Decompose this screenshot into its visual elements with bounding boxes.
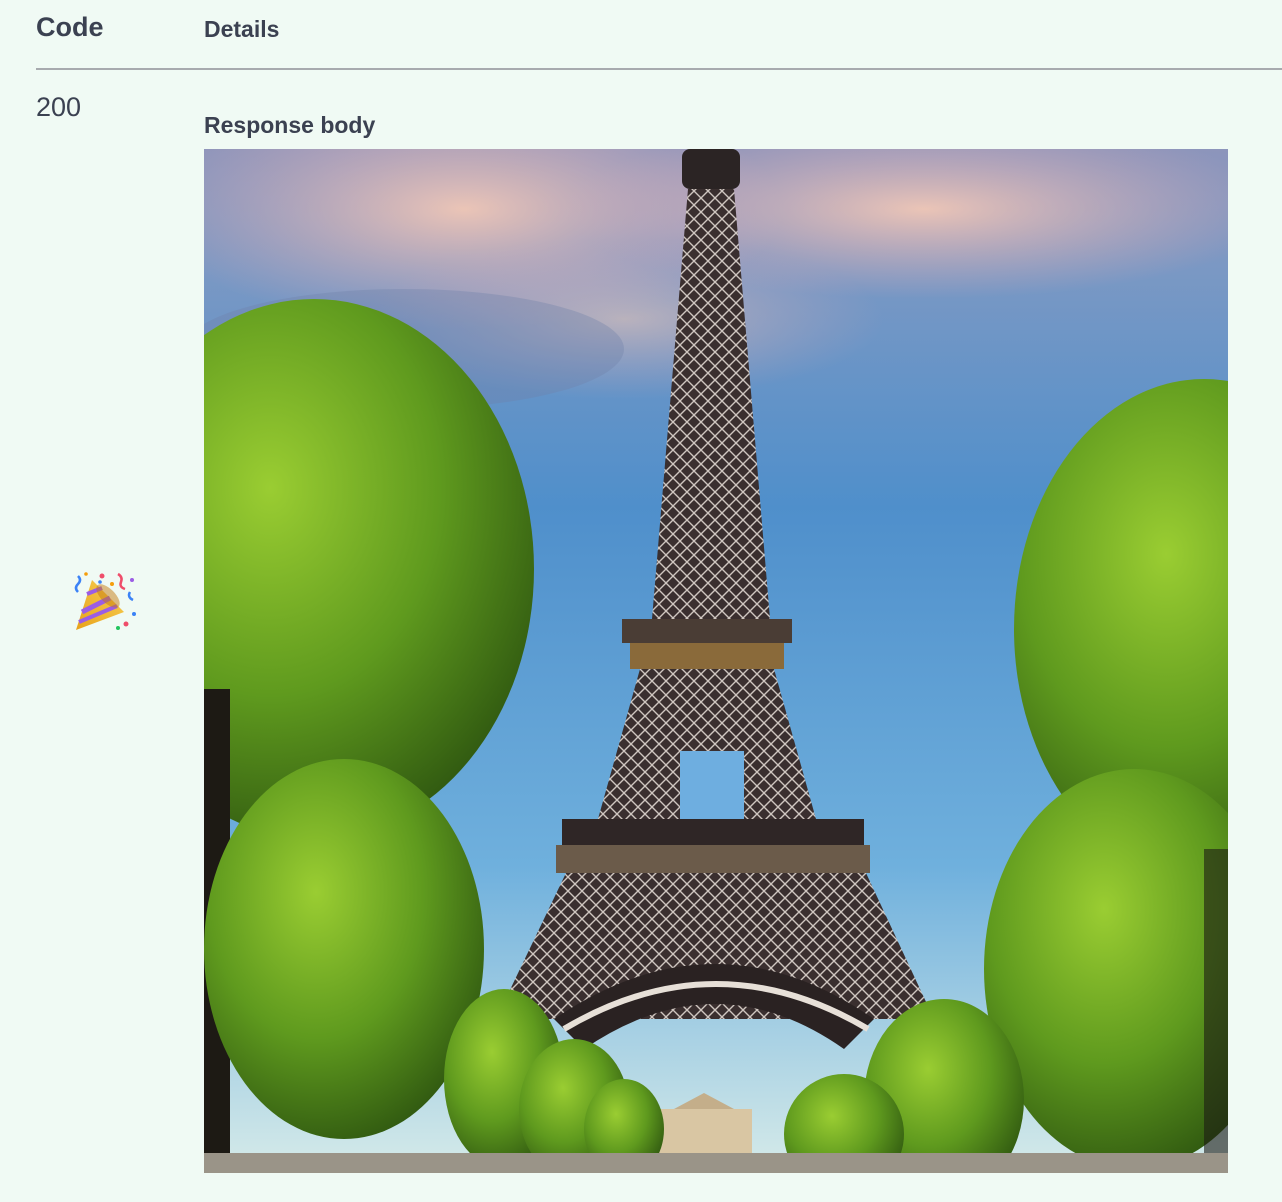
header-divider: [36, 68, 1282, 70]
code-column-header: Code: [36, 12, 104, 42]
response-image: [204, 149, 1228, 1173]
party-popper-icon: [74, 572, 136, 630]
status-code: 200: [36, 92, 82, 122]
response-panel: Code Details 200 Response body: [0, 0, 1282, 1202]
details-column-header: Details: [204, 16, 280, 42]
response-body-label: Response body: [204, 112, 376, 138]
eiffel-tower-image: [204, 149, 1228, 1173]
